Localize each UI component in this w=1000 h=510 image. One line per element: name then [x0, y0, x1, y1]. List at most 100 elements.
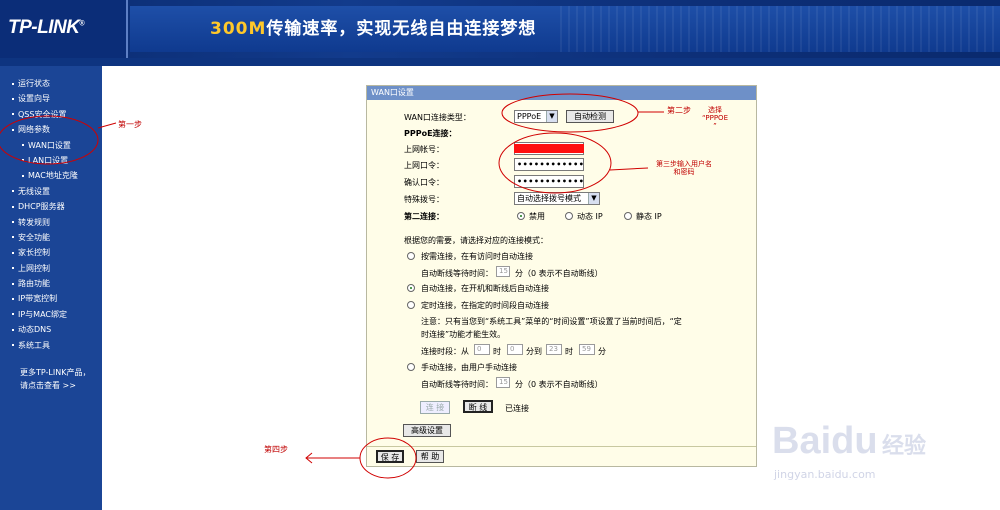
slogan: 300M传输速率，实现无线自由连接梦想: [210, 19, 537, 39]
password-input[interactable]: ••••••••••••: [514, 158, 584, 171]
idle-unit: 分（0 表示不自动断线）: [515, 269, 603, 278]
period-label: 连接时段：从: [421, 347, 469, 356]
sidebar-item-network[interactable]: 网络参数: [12, 122, 78, 137]
sidebar-item-routing[interactable]: 路由功能: [12, 276, 78, 291]
watermark-cn: 经验: [882, 434, 927, 459]
sidebar-item-status[interactable]: 运行状态: [12, 76, 78, 91]
more-products-link[interactable]: 更多TP-LINK产品， 请点击查看 >>: [20, 366, 100, 392]
idle2-unit: 分（0 表示不自动断线）: [515, 380, 603, 389]
second-conn-dynamic-radio[interactable]: [565, 212, 573, 220]
note-line2: 时连接”功能才能生效。: [421, 330, 506, 339]
connection-status: 已连接: [505, 404, 529, 413]
second-conn-static-radio[interactable]: [624, 212, 632, 220]
mode-demand-radio[interactable]: [407, 252, 415, 260]
step3-annotation: 第三步输入用户名 和密码: [656, 160, 712, 176]
conn-type-value: PPPoE: [517, 112, 542, 121]
sidebar-item-mac-clone[interactable]: MAC地址克隆: [12, 168, 78, 183]
mode-auto-radio[interactable]: [407, 284, 415, 292]
second-conn-disabled-radio[interactable]: [517, 212, 525, 220]
confirm-password-input[interactable]: ••••••••••••: [514, 175, 584, 188]
sidebar-item-system-tools[interactable]: 系统工具: [12, 338, 78, 353]
bullet-icon: [12, 328, 14, 331]
help-button[interactable]: 帮 助: [416, 450, 444, 463]
sidebar-item-bandwidth[interactable]: IP带宽控制: [12, 291, 78, 306]
disconnect-button[interactable]: 断 线: [463, 400, 493, 413]
sidebar-item-forwarding[interactable]: 转发规则: [12, 215, 78, 230]
bullet-icon: [12, 297, 14, 300]
panel-title: WAN口设置: [367, 86, 756, 100]
chevron-down-icon: ▼: [546, 111, 557, 122]
sidebar-item-wan[interactable]: WAN口设置: [12, 138, 78, 153]
account-label: 上网帐号：: [404, 145, 444, 154]
mode-manual-radio[interactable]: [407, 363, 415, 371]
second-conn-disabled-label: 禁用: [529, 212, 545, 221]
sidebar-item-wizard[interactable]: 设置向导: [12, 91, 78, 106]
step2-note: 选择 “PPPOE ”: [701, 106, 728, 130]
bullet-icon: [12, 267, 14, 270]
bullet-icon: [22, 174, 24, 177]
advanced-settings-button[interactable]: 高级设置: [403, 424, 451, 437]
sidebar-item-security[interactable]: 安全功能: [12, 230, 78, 245]
sidebar-item-ddns[interactable]: 动态DNS: [12, 322, 78, 337]
step1-annotation: 第一步: [118, 120, 142, 129]
period-hour-unit2: 时: [565, 347, 573, 356]
idle-input[interactable]: 15: [496, 266, 510, 277]
sidebar-item-lan[interactable]: LAN口设置: [12, 153, 78, 168]
baidu-watermark: Baidu 经验 jingyan.baidu.com: [760, 400, 960, 490]
sidebar-item-ip-mac[interactable]: IP与MAC绑定: [12, 307, 78, 322]
special-dial-select[interactable]: 自动选择拨号模式 ▼: [514, 192, 600, 205]
bullet-icon: [12, 344, 14, 347]
bullet-icon: [12, 221, 14, 224]
header-banner: TP-LINK® 300M传输速率，实现无线自由连接梦想: [0, 0, 1000, 66]
auto-detect-button[interactable]: 自动检测: [566, 110, 614, 123]
logo-box: TP-LINK®: [0, 0, 128, 66]
idle-label: 自动断线等待时间：: [421, 269, 493, 278]
bullet-icon: [22, 159, 24, 162]
sidebar-item-qss[interactable]: QSS安全设置: [12, 107, 78, 122]
mode-demand-label: 按需连接，在有访问时自动连接: [421, 252, 533, 261]
second-conn-dynamic-label: 动态 IP: [577, 212, 603, 221]
conn-type-select[interactable]: PPPoE ▼: [514, 110, 558, 123]
sidebar-item-access-control[interactable]: 上网控制: [12, 261, 78, 276]
bullet-icon: [12, 82, 14, 85]
save-button[interactable]: 保 存: [376, 450, 404, 463]
chevron-down-icon: ▼: [588, 193, 599, 204]
tplink-logo: TP-LINK®: [8, 17, 85, 38]
confirm-password-label: 确认口令：: [404, 178, 444, 187]
special-dial-label: 特殊拨号：: [404, 195, 444, 204]
sidebar-item-dhcp[interactable]: DHCP服务器: [12, 199, 78, 214]
step2-annotation: 第二步: [667, 106, 691, 115]
bullet-icon: [12, 282, 14, 285]
mode-manual-label: 手动连接，由用户手动连接: [421, 363, 517, 372]
period-to-label: 分到: [526, 347, 542, 356]
mode-intro: 根据您的需要，请选择对应的连接模式：: [404, 236, 548, 245]
mode-timed-radio[interactable]: [407, 301, 415, 309]
idle2-label: 自动断线等待时间：: [421, 380, 493, 389]
sidebar-menu: 运行状态 设置向导 QSS安全设置 网络参数 WAN口设置 LAN口设置 MAC…: [0, 66, 102, 510]
bullet-icon: [12, 128, 14, 131]
mode-auto-label: 自动连接，在开机和断线后自动连接: [421, 284, 549, 293]
step4-annotation: 第四步: [264, 445, 288, 454]
period-start-minute[interactable]: 0: [507, 344, 523, 355]
second-conn-static-label: 静态 IP: [636, 212, 662, 221]
bullet-icon: [12, 190, 14, 193]
mode-timed-label: 定时连接，在指定的时间段自动连接: [421, 301, 549, 310]
panel-divider: [367, 446, 756, 447]
period-end-hour[interactable]: 23: [546, 344, 562, 355]
sidebar-item-wireless[interactable]: 无线设置: [12, 184, 78, 199]
connect-button[interactable]: 连 接: [420, 401, 450, 414]
period-start-hour[interactable]: 0: [474, 344, 490, 355]
special-dial-value: 自动选择拨号模式: [517, 194, 581, 203]
bullet-icon: [12, 97, 14, 100]
period-minute-unit: 分: [598, 347, 606, 356]
period-end-minute[interactable]: 59: [579, 344, 595, 355]
password-label: 上网口令：: [404, 161, 444, 170]
bullet-icon: [12, 313, 14, 316]
conn-type-label: WAN口连接类型：: [404, 113, 471, 122]
idle2-input[interactable]: 15: [496, 377, 510, 388]
watermark-brand: Baidu: [772, 420, 878, 462]
sidebar-item-parental[interactable]: 家长控制: [12, 245, 78, 260]
period-hour-unit: 时: [493, 347, 501, 356]
account-redaction: [514, 144, 584, 153]
second-conn-label: 第二连接：: [404, 212, 444, 221]
